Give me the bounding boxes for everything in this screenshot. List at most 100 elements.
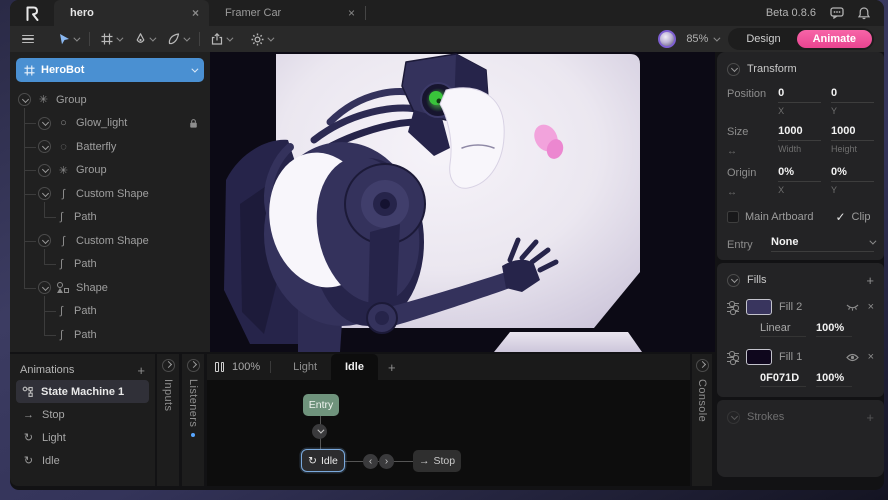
expand-caret-icon[interactable] [18,93,31,106]
expand-caret-icon[interactable] [38,117,51,130]
artboard-tool[interactable] [94,33,128,45]
fill-row[interactable]: Fill 1 × [727,349,874,365]
fill-type[interactable]: Linear [760,322,806,337]
listeners-strip[interactable]: Listeners [182,354,204,486]
expand-caret-icon[interactable] [38,140,51,153]
canvas-stage[interactable] [210,52,715,352]
width-input[interactable]: 1000 [778,125,821,141]
zoom-control[interactable]: 85% [686,33,718,45]
tree-item-path[interactable]: ∫ Path [10,323,210,347]
timeline-tab-idle[interactable]: Idle [331,354,378,380]
stop-state-node[interactable]: → Stop [413,450,461,472]
origin-y-input[interactable]: 0% [831,166,874,182]
artboard-selector[interactable]: HeroBot [16,58,204,82]
settings-tool[interactable] [244,33,279,46]
expand-panel-icon[interactable] [696,359,709,372]
tree-item-group[interactable]: ✳ Group [10,88,210,112]
lock-icon[interactable] [189,118,198,129]
tab-label: Framer Car [225,7,338,19]
expand-panel-icon[interactable] [162,359,175,372]
transition-right-icon[interactable]: › [379,454,394,469]
main-artboard-checkbox[interactable] [727,211,739,223]
tree-item-group2[interactable]: ✳ Group [10,159,210,183]
animate-mode-button[interactable]: Animate [797,30,872,48]
entry-state-node[interactable]: Entry [303,394,339,416]
tree-item-label: Shape [76,282,108,294]
tree-item-glow-light[interactable]: ○ Glow_light [10,112,210,136]
fill-color-swatch[interactable] [746,299,772,315]
console-strip[interactable]: Console [692,354,712,486]
timeline-tab-light[interactable]: Light [279,354,331,380]
animation-item-state-machine[interactable]: State Machine 1 [16,380,149,403]
close-tab-icon[interactable]: × [348,6,355,20]
fill-name: Fill 1 [779,351,802,363]
collapse-section-icon[interactable] [727,274,740,287]
fill-hex-input[interactable]: 0F071D [760,372,806,387]
expand-caret-icon[interactable] [38,187,51,200]
expand-caret-icon[interactable] [38,281,51,294]
playback-speed[interactable]: 100% [232,361,260,373]
add-timeline-tab-icon[interactable]: + [378,360,406,375]
clip-checkbox[interactable]: ✓ [835,210,845,224]
fill-color-swatch[interactable] [746,349,772,365]
state-machine-graph[interactable]: Entry ↻ Idle ‹ › → Stop [207,380,690,486]
tree-item-path[interactable]: ∫ Path [10,253,210,277]
expand-caret-icon[interactable] [38,164,51,177]
add-fill-icon[interactable]: + [866,273,874,288]
position-x-input[interactable]: 0 [778,87,821,103]
tree-item-path[interactable]: ∫ Path [10,300,210,324]
tree-item-label: Glow_light [76,117,127,129]
design-mode-button[interactable]: Design [730,33,796,45]
notifications-bell-icon[interactable] [858,7,870,20]
transition-left-icon[interactable]: ‹ [363,454,378,469]
pen-tool[interactable] [128,33,161,45]
expand-caret-icon[interactable] [38,234,51,247]
bone-tool[interactable] [161,33,195,45]
height-input[interactable]: 1000 [831,125,874,141]
tab-framer-car[interactable]: Framer Car × [209,0,365,26]
zoom-level: 85% [686,33,708,45]
remove-fill-icon[interactable]: × [868,351,874,363]
tree-item-path[interactable]: ∫ Path [10,206,210,230]
main-menu-icon[interactable] [10,33,44,46]
remove-fill-icon[interactable]: × [868,301,874,313]
fill-opacity-input[interactable]: 100% [816,372,852,387]
entry-select[interactable]: None [771,236,874,252]
expand-panel-icon[interactable] [187,359,200,372]
link-dimensions-icon[interactable]: ↔ [727,146,768,157]
feedback-icon[interactable] [830,7,844,19]
tree-item-batterfly[interactable]: ◌ Batterfly [10,135,210,159]
eye-open-icon[interactable] [846,353,859,362]
position-y-input[interactable]: 0 [831,87,874,103]
path-icon: ∫ [55,211,68,223]
state-machine-icon [22,386,34,398]
eye-closed-icon[interactable] [846,303,859,311]
link-origin-icon[interactable]: ↔ [727,187,768,198]
animation-item-idle[interactable]: ↻ Idle [16,449,149,472]
add-stroke-icon[interactable]: + [866,410,874,425]
add-animation-icon[interactable]: + [137,363,145,378]
rive-logo-icon[interactable] [10,0,54,26]
user-avatar[interactable] [658,30,676,48]
pause-icon[interactable] [215,362,224,372]
tree-item-custom-shape[interactable]: ∫ Custom Shape [10,182,210,206]
collapse-section-icon[interactable] [727,63,740,76]
inputs-strip[interactable]: Inputs [157,354,179,486]
select-tool[interactable] [52,33,85,45]
close-tab-icon[interactable]: × [192,6,199,20]
animation-item-light[interactable]: ↻ Light [16,426,149,449]
idle-state-node[interactable]: ↻ Idle [301,449,345,472]
origin-x-input[interactable]: 0% [778,166,821,182]
collapse-section-icon[interactable] [727,411,740,424]
blend-options-icon[interactable] [727,302,739,313]
tree-item-shape[interactable]: Shape [10,276,210,300]
export-tool[interactable] [204,33,238,45]
fill-opacity-input[interactable]: 100% [816,322,852,337]
blend-options-icon[interactable] [727,352,739,363]
tree-item-custom-shape2[interactable]: ∫ Custom Shape [10,229,210,253]
fill-row[interactable]: Fill 2 × [727,299,874,315]
animation-item-stop[interactable]: → Stop [16,403,149,426]
tab-hero[interactable]: hero × [54,0,209,26]
transition-chevron-icon[interactable] [312,424,327,439]
section-title: Fills [747,274,767,286]
